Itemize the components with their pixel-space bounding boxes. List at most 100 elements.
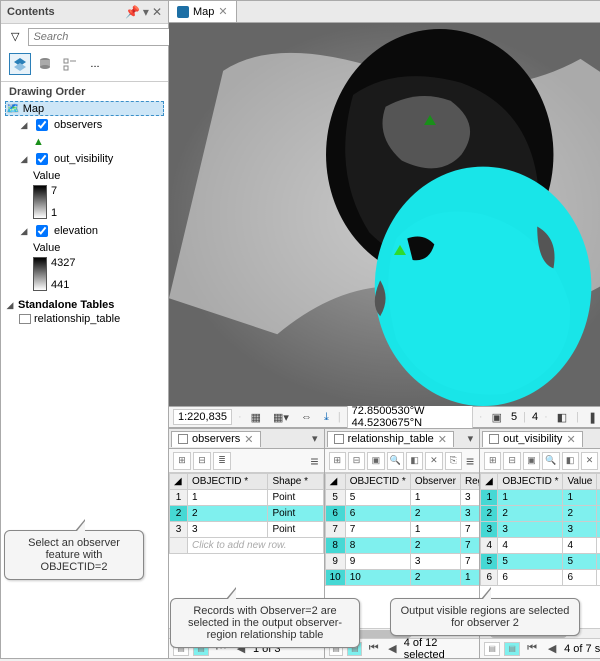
tab-more-icon[interactable]: ▾	[306, 432, 324, 445]
sel-tool-icon[interactable]: ▣	[489, 410, 505, 425]
table-row[interactable]: 7717	[325, 522, 479, 538]
observers-tab[interactable]: observers ✕	[171, 431, 261, 447]
table-row[interactable]: 8827	[325, 538, 479, 554]
table-row[interactable]: 11Point	[170, 490, 324, 506]
elevation-checkbox[interactable]	[36, 225, 48, 237]
search-input[interactable]	[28, 28, 181, 46]
row-col[interactable]: ◢	[481, 474, 498, 490]
table-row[interactable]: 5513	[325, 490, 479, 506]
snap-icon[interactable]: ▦▾	[270, 410, 292, 425]
toolbar-menu-icon[interactable]: ≡	[308, 453, 319, 469]
grid-icon[interactable]: ▦	[248, 410, 264, 425]
callout-1: Select an observer feature with OBJECTID…	[4, 530, 144, 580]
table-row[interactable]: 4442357	[481, 538, 600, 554]
del-btn[interactable]: ✕	[581, 452, 598, 470]
col-value[interactable]: Value	[563, 474, 597, 490]
table-row[interactable]: 333946	[481, 522, 600, 538]
filter-icon[interactable]: ▽	[6, 27, 24, 46]
table-row[interactable]: 22Point	[170, 506, 324, 522]
field-btn[interactable]: ⊞	[484, 452, 501, 470]
clr-btn[interactable]: ◧	[406, 452, 423, 470]
out-visibility-checkbox[interactable]	[36, 153, 48, 165]
row-col[interactable]: ◢	[170, 474, 188, 490]
show-selected-btn[interactable]: ▤	[504, 642, 520, 656]
tab-close-icon[interactable]: ✕	[566, 433, 575, 446]
map-view[interactable]	[169, 23, 600, 406]
out-visibility-layer[interactable]: ◢ out_visibility	[5, 149, 164, 169]
first-icon[interactable]: ⏮	[524, 642, 540, 656]
add-btn[interactable]: ⊟	[348, 452, 365, 470]
sel-btn[interactable]: ▣	[523, 452, 540, 470]
tab-close-icon[interactable]: ✕	[244, 433, 253, 446]
observers-symbol: ▲	[5, 135, 164, 149]
pin-icon[interactable]: 📌	[125, 5, 140, 19]
table-row[interactable]: 9937	[325, 554, 479, 570]
col-objectid[interactable]: OBJECTID *	[188, 474, 268, 490]
collapse-icon[interactable]: ◢	[19, 120, 29, 131]
table-row[interactable]: 1116053	[481, 490, 600, 506]
more-views[interactable]: ...	[84, 53, 106, 75]
tab-more-icon[interactable]: ▾	[462, 432, 480, 445]
new-row[interactable]: Click to add new row.	[170, 538, 324, 554]
collapse-icon[interactable]: ◢	[5, 300, 15, 311]
menu-icon[interactable]: ▾	[143, 5, 149, 19]
zoom-btn[interactable]: 🔍	[387, 452, 404, 470]
table-row[interactable]: 666	[481, 570, 600, 586]
col-region[interactable]: Region	[460, 474, 479, 490]
list-by-source-icon[interactable]	[34, 53, 56, 75]
observers-layer[interactable]: ◢ observers	[5, 115, 164, 135]
first-icon[interactable]: ⏮	[366, 642, 381, 656]
out-visibility-tab[interactable]: out_visibility ✕	[482, 431, 583, 447]
clr-btn[interactable]: ◧	[562, 452, 579, 470]
col-objectid[interactable]: OBJECTID *	[498, 474, 563, 490]
zoom-btn[interactable]: 🔍	[542, 452, 559, 470]
del-btn[interactable]: ✕	[425, 452, 442, 470]
locate-icon[interactable]: ⤓	[321, 410, 332, 425]
relationship-table-node[interactable]: relationship_table	[5, 312, 164, 326]
relationship-tab[interactable]: relationship_table ✕	[327, 431, 454, 447]
col-shape[interactable]: Shape *	[268, 474, 323, 490]
close-icon[interactable]: ✕	[152, 5, 162, 19]
collapse-icon[interactable]: ◢	[19, 226, 29, 237]
list-by-drawing-icon[interactable]	[9, 53, 31, 75]
observers-checkbox[interactable]	[36, 119, 48, 131]
show-all-btn[interactable]: ▤	[484, 642, 500, 656]
pause-icon[interactable]: ❚❚	[585, 410, 600, 425]
col-observer[interactable]: Observer	[410, 474, 460, 490]
gradient-min: 1	[51, 207, 57, 219]
table-row[interactable]: 33Point	[170, 522, 324, 538]
callout-2-text: Records with Observer=2 are selected in …	[188, 605, 342, 641]
tab-close-icon[interactable]: ✕	[438, 433, 447, 446]
field-btn[interactable]: ⊞	[173, 452, 191, 470]
map-tab-close-icon[interactable]: ✕	[218, 5, 227, 18]
prev-icon[interactable]: ◀	[544, 642, 560, 656]
clear-icon[interactable]: ◧	[554, 410, 570, 425]
add-btn[interactable]: ⊟	[193, 452, 211, 470]
copy-btn[interactable]: ⎘	[445, 452, 462, 470]
prev-icon[interactable]: ◀	[385, 642, 400, 656]
toolbar-menu-icon[interactable]: ≡	[464, 453, 475, 469]
col-objectid[interactable]: OBJECTID *	[345, 474, 410, 490]
coords-box[interactable]: 72.8500530°W 44.5230675°N	[347, 403, 473, 431]
measure-icon[interactable]: ⇔	[298, 410, 315, 424]
table-row[interactable]: 555288	[481, 554, 600, 570]
calc-btn[interactable]: ≣	[213, 452, 231, 470]
map-node[interactable]: 🗺️ Map	[5, 101, 164, 116]
sel-count-b: 4	[532, 411, 538, 423]
sel-count-a: 5	[511, 411, 517, 423]
field-btn[interactable]: ⊞	[329, 452, 346, 470]
row-col[interactable]: ◢	[325, 474, 345, 490]
table-row[interactable]: 6623	[325, 506, 479, 522]
map-tab[interactable]: Map ✕	[169, 1, 237, 22]
header-row: ◢ OBJECTID * Value Cou…	[481, 474, 600, 490]
list-by-selection-icon[interactable]	[59, 53, 81, 75]
collapse-icon[interactable]: ◢	[19, 154, 29, 165]
table-row[interactable]: 2223186	[481, 506, 600, 522]
standalone-tables-heading: ◢ Standalone Tables	[5, 293, 164, 312]
sel-btn[interactable]: ▣	[367, 452, 384, 470]
table-row[interactable]: 101021	[325, 570, 479, 586]
callout-2: Records with Observer=2 are selected in …	[170, 598, 360, 648]
add-btn[interactable]: ⊟	[503, 452, 520, 470]
scale-box[interactable]: 1:220,835	[173, 409, 232, 425]
elevation-layer[interactable]: ◢ elevation	[5, 221, 164, 241]
